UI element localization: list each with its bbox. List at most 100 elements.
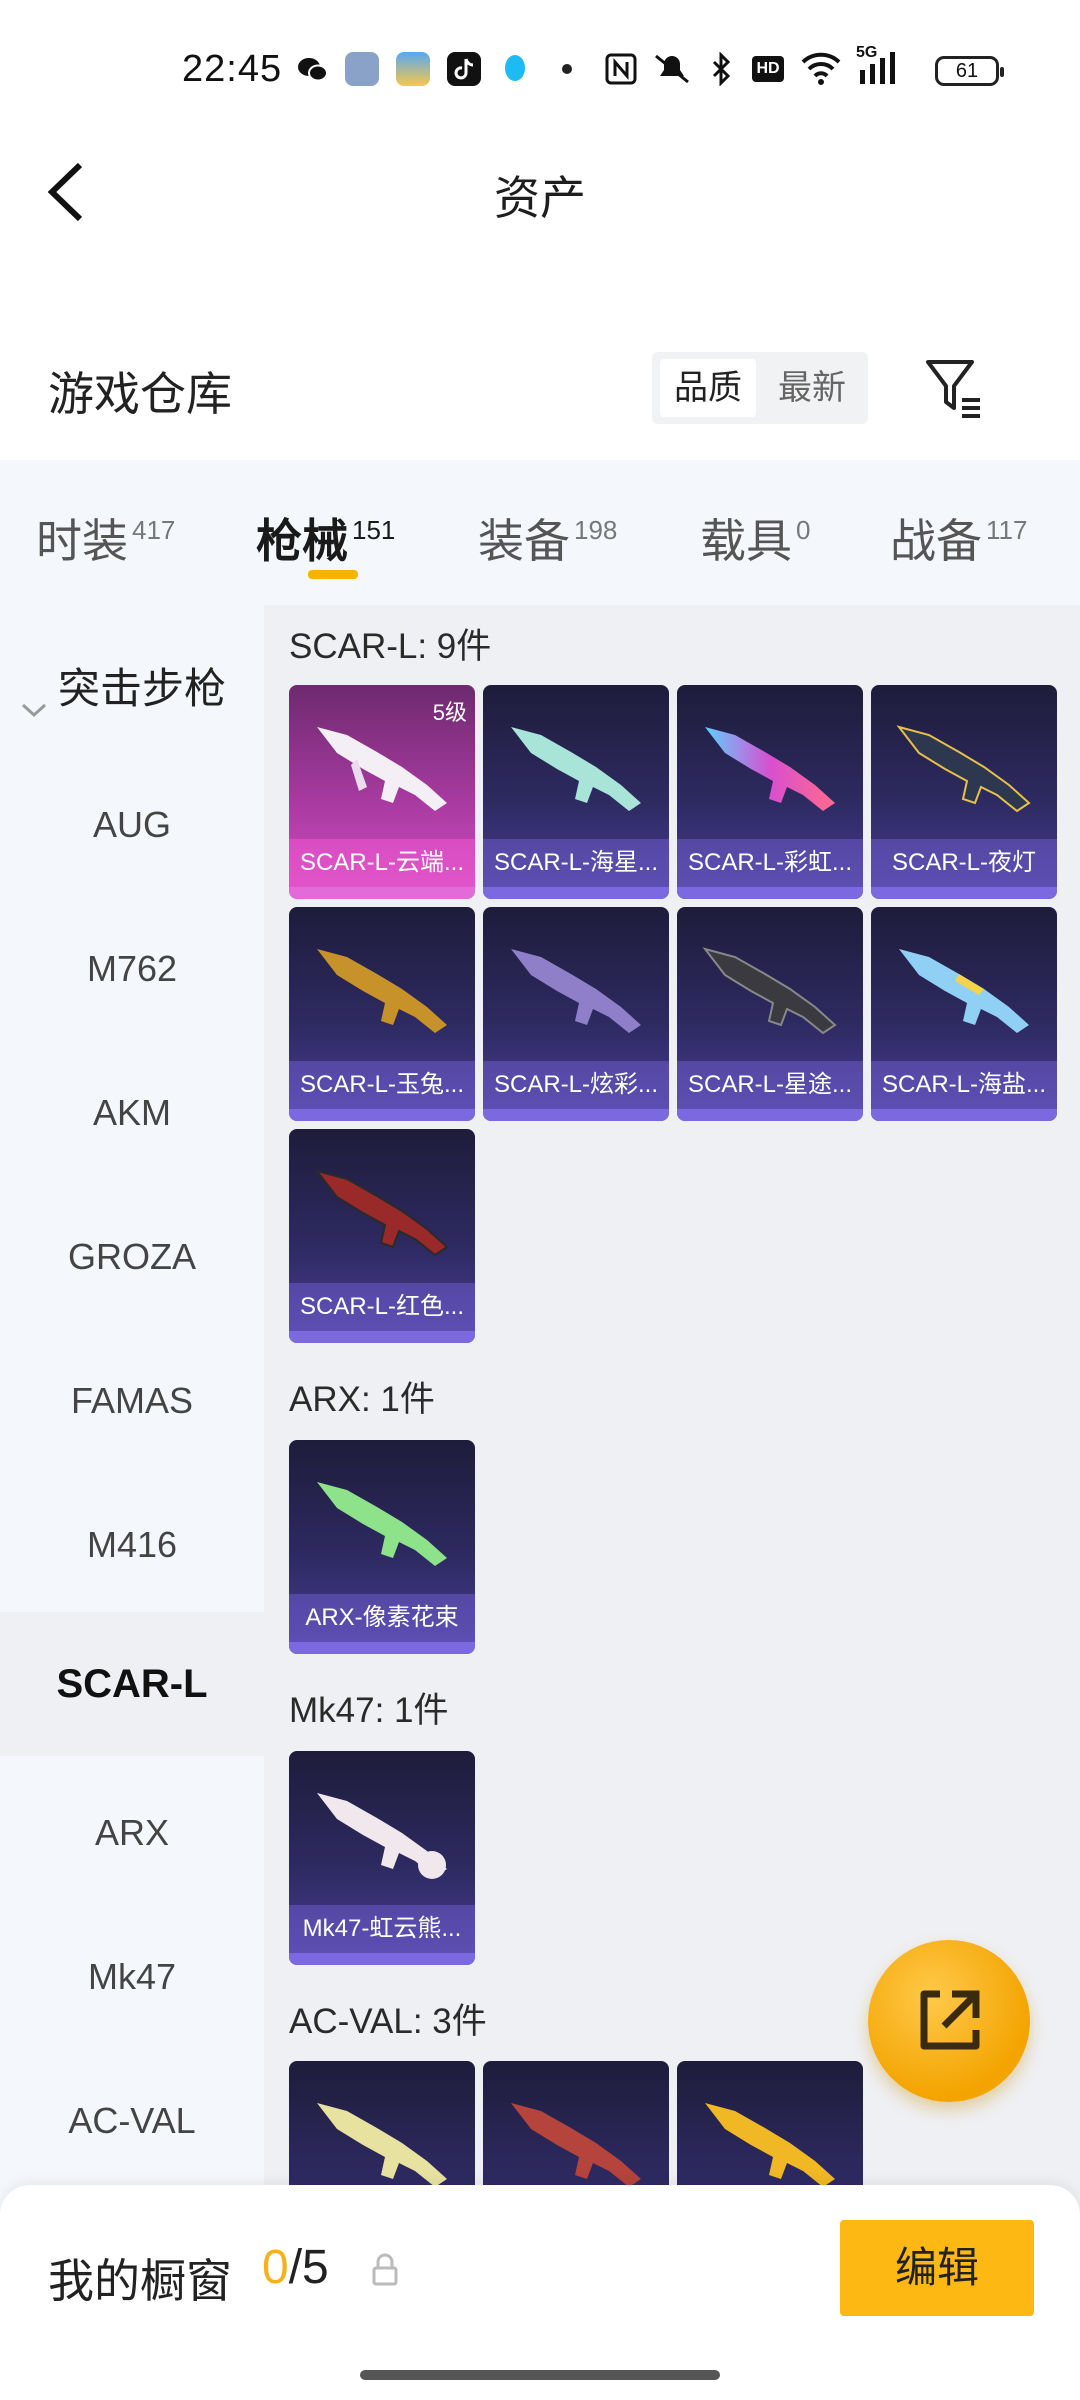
skin-name: SCAR-L-夜灯 xyxy=(871,839,1057,887)
rifle-icon xyxy=(317,1482,447,1566)
tab-supplies[interactable]: 战备 117 xyxy=(890,505,1027,571)
quality-bar xyxy=(289,1953,475,1965)
wifi-icon xyxy=(800,50,842,86)
rifle-icon xyxy=(705,727,835,811)
sort-quality-button[interactable]: 品质 xyxy=(660,359,756,417)
skin-card[interactable]: SCAR-L-海星... xyxy=(483,685,669,899)
rifle-icon xyxy=(705,2103,835,2187)
tab-label: 战备 xyxy=(890,515,982,567)
sidebar-category-assault-rifle[interactable]: 突击步枪 xyxy=(20,655,226,717)
rifle-icon xyxy=(317,949,447,1033)
filter-button[interactable] xyxy=(922,356,986,420)
tab-count: 198 xyxy=(574,515,618,545)
rifle-icon xyxy=(511,727,641,811)
warehouse-title: 游戏仓库 xyxy=(48,368,232,420)
group-title-mk47: Mk47: 1件 xyxy=(289,1691,449,1730)
nfc-icon xyxy=(604,52,638,86)
sidebar-item-arx[interactable]: ARX xyxy=(0,1783,264,1883)
sidebar-item-akm[interactable]: AKM xyxy=(0,1063,264,1163)
skin-card[interactable]: SCAR-L-夜灯 xyxy=(871,685,1057,899)
tab-count: 417 xyxy=(132,515,176,545)
sidebar-item-m762[interactable]: M762 xyxy=(0,919,264,1019)
tab-fashion[interactable]: 时装 417 xyxy=(36,505,175,571)
quality-bar xyxy=(677,1109,863,1121)
rifle-icon xyxy=(317,1793,447,1879)
group-title-arx: ARX: 1件 xyxy=(289,1380,435,1419)
home-indicator[interactable] xyxy=(360,2370,720,2380)
skin-name: SCAR-L-海星... xyxy=(483,839,669,887)
rifle-icon xyxy=(702,947,837,1035)
tab-label: 时装 xyxy=(36,515,128,567)
quality-bar xyxy=(289,1642,475,1654)
sort-toggle: 品质 最新 xyxy=(652,352,868,424)
quality-bar xyxy=(677,887,863,899)
grade-badge: 5级 xyxy=(432,700,467,725)
group-title-ac-val: AC-VAL: 3件 xyxy=(289,2002,487,2041)
tab-guns[interactable]: 枪械 151 xyxy=(256,505,395,571)
battery-icon: 61 xyxy=(935,56,1004,86)
tab-label: 载具 xyxy=(700,515,792,567)
group-title-scar-l: SCAR-L: 9件 xyxy=(289,627,492,666)
tab-count: 0 xyxy=(796,515,811,545)
showcase-label: 我的橱窗 xyxy=(48,2255,232,2307)
skin-card[interactable]: SCAR-L-星途... xyxy=(677,907,863,1121)
skin-name: SCAR-L-玉兔... xyxy=(289,1061,475,1109)
sidebar-item-mk47[interactable]: Mk47 xyxy=(0,1927,264,2027)
signal-icon: 5G xyxy=(856,44,916,88)
rifle-icon xyxy=(899,949,1029,1033)
skin-name: SCAR-L-星途... xyxy=(677,1061,863,1109)
page-title: 资产 xyxy=(494,172,586,224)
skin-name: SCAR-L-海盐... xyxy=(871,1061,1057,1109)
tab-count: 151 xyxy=(352,515,396,545)
skin-card[interactable]: SCAR-L-炫彩... xyxy=(483,907,669,1121)
rifle-icon xyxy=(317,2103,447,2187)
share-floating-button[interactable] xyxy=(868,1940,1030,2102)
quality-bar xyxy=(871,887,1057,899)
sidebar-item-groza[interactable]: GROZA xyxy=(0,1207,264,1307)
skin-card[interactable]: SCAR-L-海盐... xyxy=(871,907,1057,1121)
skin-card[interactable]: SCAR-L-彩虹... xyxy=(677,685,863,899)
tab-equipment[interactable]: 装备 198 xyxy=(478,505,617,571)
cat-app-icon xyxy=(345,52,379,86)
skin-name: SCAR-L-炫彩... xyxy=(483,1061,669,1109)
sort-newest-button[interactable]: 最新 xyxy=(762,359,862,417)
rifle-icon xyxy=(511,949,641,1033)
wechat-icon xyxy=(296,52,330,86)
sidebar-item-famas[interactable]: FAMAS xyxy=(0,1351,264,1451)
showcase-count-current: 0 xyxy=(262,2241,289,2294)
skin-card[interactable]: Mk47-虹云熊... xyxy=(289,1751,475,1965)
filter-icon xyxy=(926,360,980,418)
tab-vehicles[interactable]: 载具 0 xyxy=(700,505,810,571)
hd-icon: HD xyxy=(752,56,784,82)
bluetooth-icon xyxy=(710,51,734,87)
quality-bar xyxy=(871,1109,1057,1121)
edit-button[interactable]: 编辑 xyxy=(840,2220,1034,2316)
sidebar-item-aug[interactable]: AUG xyxy=(0,775,264,875)
active-tab-indicator xyxy=(308,570,358,579)
tab-label: 装备 xyxy=(478,515,570,567)
tab-label: 枪械 xyxy=(256,515,348,567)
sidebar-item-m416[interactable]: M416 xyxy=(0,1495,264,1595)
showcase-count: 0/5 xyxy=(262,2240,329,2295)
skin-card[interactable]: SCAR-L-玉兔... xyxy=(289,907,475,1121)
qq-icon xyxy=(498,52,532,86)
chevron-down-icon xyxy=(20,682,48,717)
rifle-icon xyxy=(511,2103,641,2187)
sidebar-item-ac-val[interactable]: AC-VAL xyxy=(0,2071,264,2171)
quality-bar xyxy=(289,887,475,899)
skin-card[interactable]: ARX-像素花束 xyxy=(289,1440,475,1654)
tiktok-icon xyxy=(447,52,481,86)
dot-icon xyxy=(562,64,572,74)
showcase-count-separator: / xyxy=(288,2241,303,2294)
sidebar-item-scar-l[interactable]: SCAR-L xyxy=(0,1612,264,1756)
skin-name: SCAR-L-红色... xyxy=(289,1283,475,1331)
skin-card[interactable]: 5级 SCAR-L-云端... xyxy=(289,685,475,899)
quality-bar xyxy=(289,1109,475,1121)
rifle-icon xyxy=(314,1169,449,1257)
skin-name: SCAR-L-云端... xyxy=(289,839,475,887)
tab-count: 117 xyxy=(986,515,1028,545)
quality-bar xyxy=(483,1109,669,1121)
quality-bar xyxy=(483,887,669,899)
external-link-icon xyxy=(920,1990,980,2050)
skin-card[interactable]: SCAR-L-红色... xyxy=(289,1129,475,1343)
